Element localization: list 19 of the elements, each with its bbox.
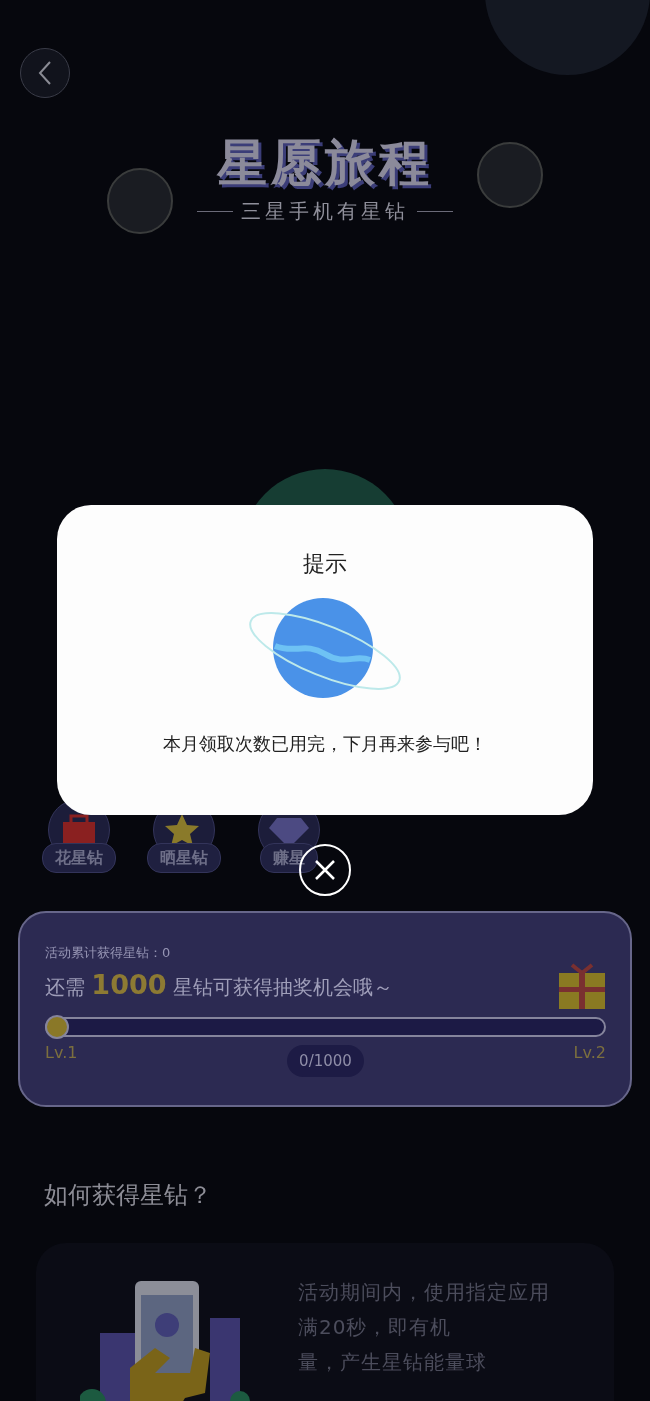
progress-count: 0/1000 <box>287 1044 364 1077</box>
info-text-line: 活动期间内，使用指定应用 <box>298 1279 550 1306</box>
total-label: 活动累计获得星钻：0 <box>45 944 172 962</box>
banner-subtitle: 三星手机有星钻 <box>241 198 409 225</box>
close-icon <box>314 859 336 881</box>
dialog-message: 本月领取次数已用完，下月再来参与吧！ <box>163 732 487 756</box>
start-level-label: Lv.1 <box>45 1041 78 1064</box>
dialog-title: 提示 <box>303 550 347 578</box>
badge-label[interactable]: 花星钻 <box>42 843 116 873</box>
back-button[interactable] <box>20 48 70 98</box>
info-text-line: 满20秒，即有机 <box>298 1314 453 1341</box>
banner-title: 星愿旅程 <box>217 138 433 188</box>
info-text-line: 量，产生星钻能量球 <box>298 1349 488 1376</box>
gift-icon <box>558 962 606 1009</box>
section-heading: 如何获得星钻？ <box>44 1180 213 1211</box>
end-level-label: Lv.2 <box>573 1041 606 1064</box>
badge-label[interactable]: 晒星钻 <box>147 843 221 873</box>
back-icon <box>38 60 52 86</box>
need-text: 还需 1000 星钻可获得抽奖机会哦～ <box>45 968 393 1003</box>
